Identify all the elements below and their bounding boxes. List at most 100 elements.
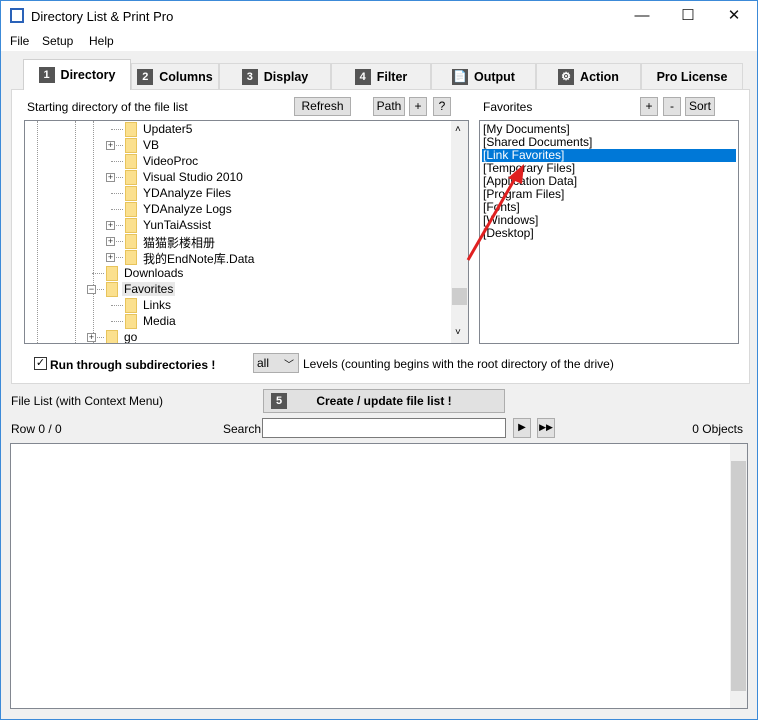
scroll-thumb[interactable]	[731, 461, 746, 691]
folder-icon	[125, 202, 137, 217]
document-icon: 📄	[452, 68, 469, 85]
tree-item-label: Visual Studio 2010	[143, 170, 243, 184]
expand-icon[interactable]: +	[106, 237, 115, 246]
folder-icon	[125, 314, 137, 329]
path-button[interactable]: Path	[373, 97, 405, 116]
scroll-up-icon[interactable]: ˄	[455, 124, 461, 135]
tab-number: 4	[354, 68, 371, 85]
tab-pro-license[interactable]: Pro License	[641, 63, 743, 89]
chevron-down-icon: ﹀	[284, 360, 294, 371]
tree-item[interactable]: Updater5	[25, 121, 453, 137]
tree-item-label: VideoProc	[143, 154, 199, 168]
menu-help[interactable]: Help	[89, 34, 114, 48]
directory-panel: Starting directory of the file list Refr…	[11, 89, 750, 384]
folder-icon	[125, 186, 137, 201]
tab-label: Output	[474, 69, 515, 84]
levels-value: all	[257, 356, 270, 370]
levels-select[interactable]: all ﹀	[253, 353, 299, 373]
favorites-label: Favorites	[483, 100, 533, 114]
close-button[interactable]: ✕	[711, 1, 757, 31]
tree-item[interactable]: VideoProc	[25, 153, 453, 169]
menu-bar: File Setup Help	[1, 31, 757, 51]
tab-label: Columns	[159, 69, 213, 84]
tree-item-label: YDAnalyze Logs	[143, 202, 232, 216]
tree-item[interactable]: Links	[25, 297, 453, 313]
tab-label: Filter	[376, 69, 408, 84]
directory-tree[interactable]: ˄ ˅ Updater5 + VB VideoProc + Visual Studio 2…	[24, 120, 469, 344]
remove-favorite-button[interactable]: -	[663, 97, 681, 116]
tree-item[interactable]: YDAnalyze Logs	[25, 201, 453, 217]
file-list[interactable]	[10, 443, 748, 709]
folder-icon	[125, 298, 137, 313]
tab-action[interactable]: ⚙ Action	[536, 63, 641, 89]
sort-favorites-button[interactable]: Sort	[685, 97, 715, 116]
tree-item[interactable]: Media	[25, 313, 453, 329]
find-next-icon[interactable]: ▶	[513, 418, 531, 438]
expand-icon[interactable]: +	[87, 333, 96, 342]
tab-label: Directory	[60, 68, 116, 82]
menu-setup[interactable]: Setup	[42, 34, 73, 48]
tab-columns[interactable]: 2 Columns	[131, 63, 219, 89]
tree-item[interactable]: + go	[25, 329, 453, 344]
minimize-button[interactable]: —	[619, 1, 665, 31]
search-input[interactable]	[262, 418, 506, 438]
folder-icon	[125, 250, 137, 265]
tab-label: Display	[263, 69, 309, 84]
tree-item-label: YDAnalyze Files	[143, 186, 232, 200]
tree-item[interactable]: + 我的EndNote库.Data	[25, 249, 453, 266]
add-favorite-button[interactable]: +	[640, 97, 658, 116]
folder-icon	[125, 170, 137, 185]
tab-output[interactable]: 📄 Output	[431, 63, 536, 89]
tree-item-label: Media	[143, 314, 176, 328]
gear-icon: ⚙	[558, 68, 575, 85]
find-all-icon[interactable]: ▶▶	[537, 418, 555, 438]
folder-icon	[125, 154, 137, 169]
starting-directory-label: Starting directory of the file list	[27, 100, 188, 114]
run-subdirs-checkbox[interactable]: ✓	[34, 357, 47, 370]
tree-item[interactable]: + Visual Studio 2010	[25, 169, 453, 185]
tab-label: Action	[580, 69, 619, 84]
folder-icon	[125, 122, 137, 137]
create-label: Create / update file list !	[316, 394, 452, 408]
search-label: Search	[223, 422, 262, 436]
collapse-icon[interactable]: −	[87, 285, 96, 294]
tree-item-label: Links	[143, 298, 172, 312]
tab-label: Pro License	[656, 69, 728, 84]
file-list-scrollbar[interactable]	[730, 444, 747, 708]
app-icon	[10, 8, 24, 23]
tree-item[interactable]: − Favorites	[25, 281, 453, 297]
file-list-label: File List (with Context Menu)	[11, 394, 164, 408]
tree-item[interactable]: Downloads	[25, 265, 453, 281]
expand-icon[interactable]: +	[106, 173, 115, 182]
scroll-down-icon[interactable]: ˅	[455, 327, 461, 338]
tree-item[interactable]: + VB	[25, 137, 453, 153]
add-path-button[interactable]: +	[409, 97, 427, 116]
folder-icon	[125, 218, 137, 233]
folder-icon	[106, 282, 118, 297]
step-number: 5	[271, 393, 287, 409]
red-arrow-annotation	[466, 164, 524, 261]
tree-item[interactable]: + 猫猫影楼相册	[25, 233, 453, 250]
tab-display[interactable]: 3 Display	[219, 63, 331, 89]
tree-item[interactable]: YDAnalyze Files	[25, 185, 453, 201]
tree-item-label: YunTaiAssist	[143, 218, 212, 232]
tab-filter[interactable]: 4 Filter	[331, 63, 431, 89]
menu-file[interactable]: File	[10, 34, 29, 48]
folder-icon	[106, 266, 118, 281]
run-subdirs-label: Run through subdirectories !	[50, 358, 216, 372]
tab-directory[interactable]: 1 Directory	[23, 59, 131, 90]
scroll-thumb[interactable]	[452, 288, 467, 305]
create-file-list-button[interactable]: 5 Create / update file list !	[263, 389, 505, 413]
tree-item[interactable]: + YunTaiAssist	[25, 217, 453, 233]
tree-item-label: go	[124, 330, 138, 344]
tree-item-label: Updater5	[143, 122, 193, 136]
expand-icon[interactable]: +	[106, 253, 115, 262]
expand-icon[interactable]: +	[106, 141, 115, 150]
expand-icon[interactable]: +	[106, 221, 115, 230]
objects-count: 0 Objects	[692, 422, 743, 436]
maximize-button[interactable]: ☐	[665, 1, 711, 31]
help-button[interactable]: ?	[433, 97, 451, 116]
refresh-button[interactable]: Refresh	[294, 97, 351, 116]
tab-number: 3	[241, 68, 258, 85]
title-bar: Directory List & Print Pro — ☐ ✕	[1, 1, 757, 31]
